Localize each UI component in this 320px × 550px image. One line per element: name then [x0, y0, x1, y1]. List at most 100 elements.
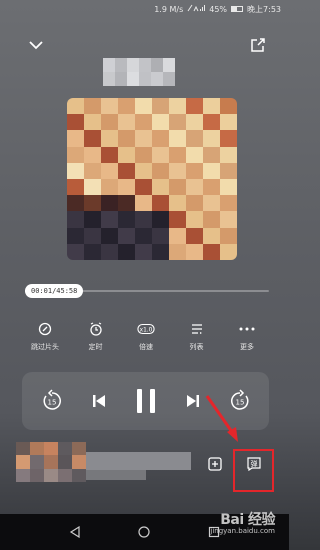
- time-display[interactable]: 00:01/45:58: [25, 284, 84, 298]
- speed-icon: x1.0: [137, 320, 155, 338]
- collapse-button[interactable]: [25, 34, 47, 56]
- mosaic-tile: [169, 179, 186, 196]
- rewind-15-icon: 15: [43, 389, 61, 410]
- mosaic-tile: [186, 179, 203, 196]
- action-row: 跳过片头 定时 x1.0 倍速 列表 更多: [25, 320, 267, 356]
- back-triangle-icon: [69, 526, 80, 538]
- mosaic-tile: [101, 211, 118, 228]
- forward-seconds: 15: [235, 399, 244, 407]
- timer-label: 定时: [88, 343, 103, 351]
- mosaic-tile: [220, 130, 237, 147]
- watermark-brand: Bai 经验: [220, 511, 275, 528]
- mosaic-tile: [152, 195, 169, 212]
- mosaic-tile: [220, 243, 237, 260]
- mosaic-tile: [67, 114, 84, 131]
- pause-icon: [136, 389, 155, 413]
- add-to-playlist-button[interactable]: [204, 453, 226, 475]
- mosaic-tile: [152, 211, 169, 228]
- mosaic-tile: [135, 195, 152, 212]
- mosaic-tile: [84, 211, 101, 228]
- list-button[interactable]: 列表: [177, 320, 217, 356]
- speed-label: 倍速: [139, 343, 153, 351]
- mosaic-tile: [118, 98, 135, 115]
- speed-button[interactable]: x1.0 倍速: [126, 320, 166, 356]
- mosaic-tile: [67, 130, 84, 147]
- mosaic-tile: [220, 98, 237, 115]
- mosaic-tile: [118, 162, 135, 179]
- more-button[interactable]: 更多: [227, 320, 267, 356]
- previous-button[interactable]: [84, 386, 114, 416]
- mosaic-tile: [169, 211, 186, 228]
- rewind-15-button[interactable]: 15: [37, 386, 67, 416]
- clock: 晚上7:53: [247, 4, 281, 14]
- mosaic-tile: [152, 130, 169, 147]
- watermark-url: jingyan.baidu.com: [210, 527, 275, 536]
- mosaic-tile: [220, 211, 237, 228]
- mosaic-tile: [203, 179, 220, 196]
- mosaic-tile: [103, 72, 115, 86]
- nav-home-button[interactable]: [135, 523, 153, 541]
- mosaic-tile: [169, 227, 186, 244]
- pause-button[interactable]: [131, 386, 161, 416]
- mosaic-tile: [101, 146, 118, 163]
- mosaic-tile: [84, 98, 101, 115]
- mosaic-tile: [186, 162, 203, 179]
- mosaic-tile: [220, 195, 237, 212]
- mosaic-tile: [139, 72, 151, 86]
- mosaic-tile: [203, 162, 220, 179]
- mosaic-tile: [67, 227, 84, 244]
- mosaic-tile: [135, 179, 152, 196]
- artwork-cap-blur: [103, 58, 175, 86]
- mosaic-tile: [127, 58, 139, 72]
- mosaic-tile: [139, 58, 151, 72]
- mosaic-tile: [84, 179, 101, 196]
- mosaic-tile: [67, 211, 84, 228]
- mosaic-tile: [186, 211, 203, 228]
- mosaic-tile: [101, 227, 118, 244]
- mosaic-tile: [151, 58, 163, 72]
- mosaic-tile: [84, 227, 101, 244]
- mosaic-tile: [203, 114, 220, 131]
- mosaic-tile: [135, 130, 152, 147]
- mosaic-tile: [67, 179, 84, 196]
- mosaic-tile: [67, 243, 84, 260]
- mosaic-tile: [163, 72, 175, 86]
- mosaic-tile: [203, 98, 220, 115]
- battery-percent: 45%: [209, 4, 228, 14]
- more-icon: [238, 320, 256, 338]
- mosaic-tile: [220, 146, 237, 163]
- share-icon: [251, 38, 265, 52]
- mosaic-tile: [101, 195, 118, 212]
- chevron-down-icon: [29, 40, 43, 49]
- skip-previous-icon: [92, 395, 105, 407]
- progress-bar[interactable]: 00:01/45:58: [25, 284, 269, 298]
- mosaic-tile: [186, 130, 203, 147]
- skip-intro-button[interactable]: 跳过片头: [25, 320, 65, 356]
- mosaic-tile: [118, 195, 135, 212]
- mosaic-tile: [169, 98, 186, 115]
- nav-back-button[interactable]: [66, 523, 84, 541]
- mosaic-tile: [163, 58, 175, 72]
- mosaic-tile: [101, 98, 118, 115]
- mosaic-tile: [101, 179, 118, 196]
- mosaic-tile: [84, 130, 101, 147]
- mosaic-tile: [186, 146, 203, 163]
- mosaic-tile: [103, 58, 115, 72]
- mosaic-tile: [152, 227, 169, 244]
- next-button[interactable]: [178, 386, 208, 416]
- mosaic-tile: [84, 195, 101, 212]
- forward-15-icon: 15: [230, 389, 248, 410]
- mosaic-tile: [118, 211, 135, 228]
- album-cover: [67, 98, 237, 260]
- battery-icon: [231, 6, 244, 12]
- mosaic-tile: [118, 227, 135, 244]
- mosaic-tile: [101, 243, 118, 260]
- forward-15-button[interactable]: 15: [225, 386, 255, 416]
- signal-icon: [187, 4, 206, 14]
- mosaic-tile: [186, 243, 203, 260]
- mosaic-tile: [135, 211, 152, 228]
- mosaic-tile: [135, 98, 152, 115]
- mosaic-tile: [135, 162, 152, 179]
- timer-button[interactable]: 定时: [76, 320, 116, 356]
- share-button[interactable]: [247, 34, 269, 56]
